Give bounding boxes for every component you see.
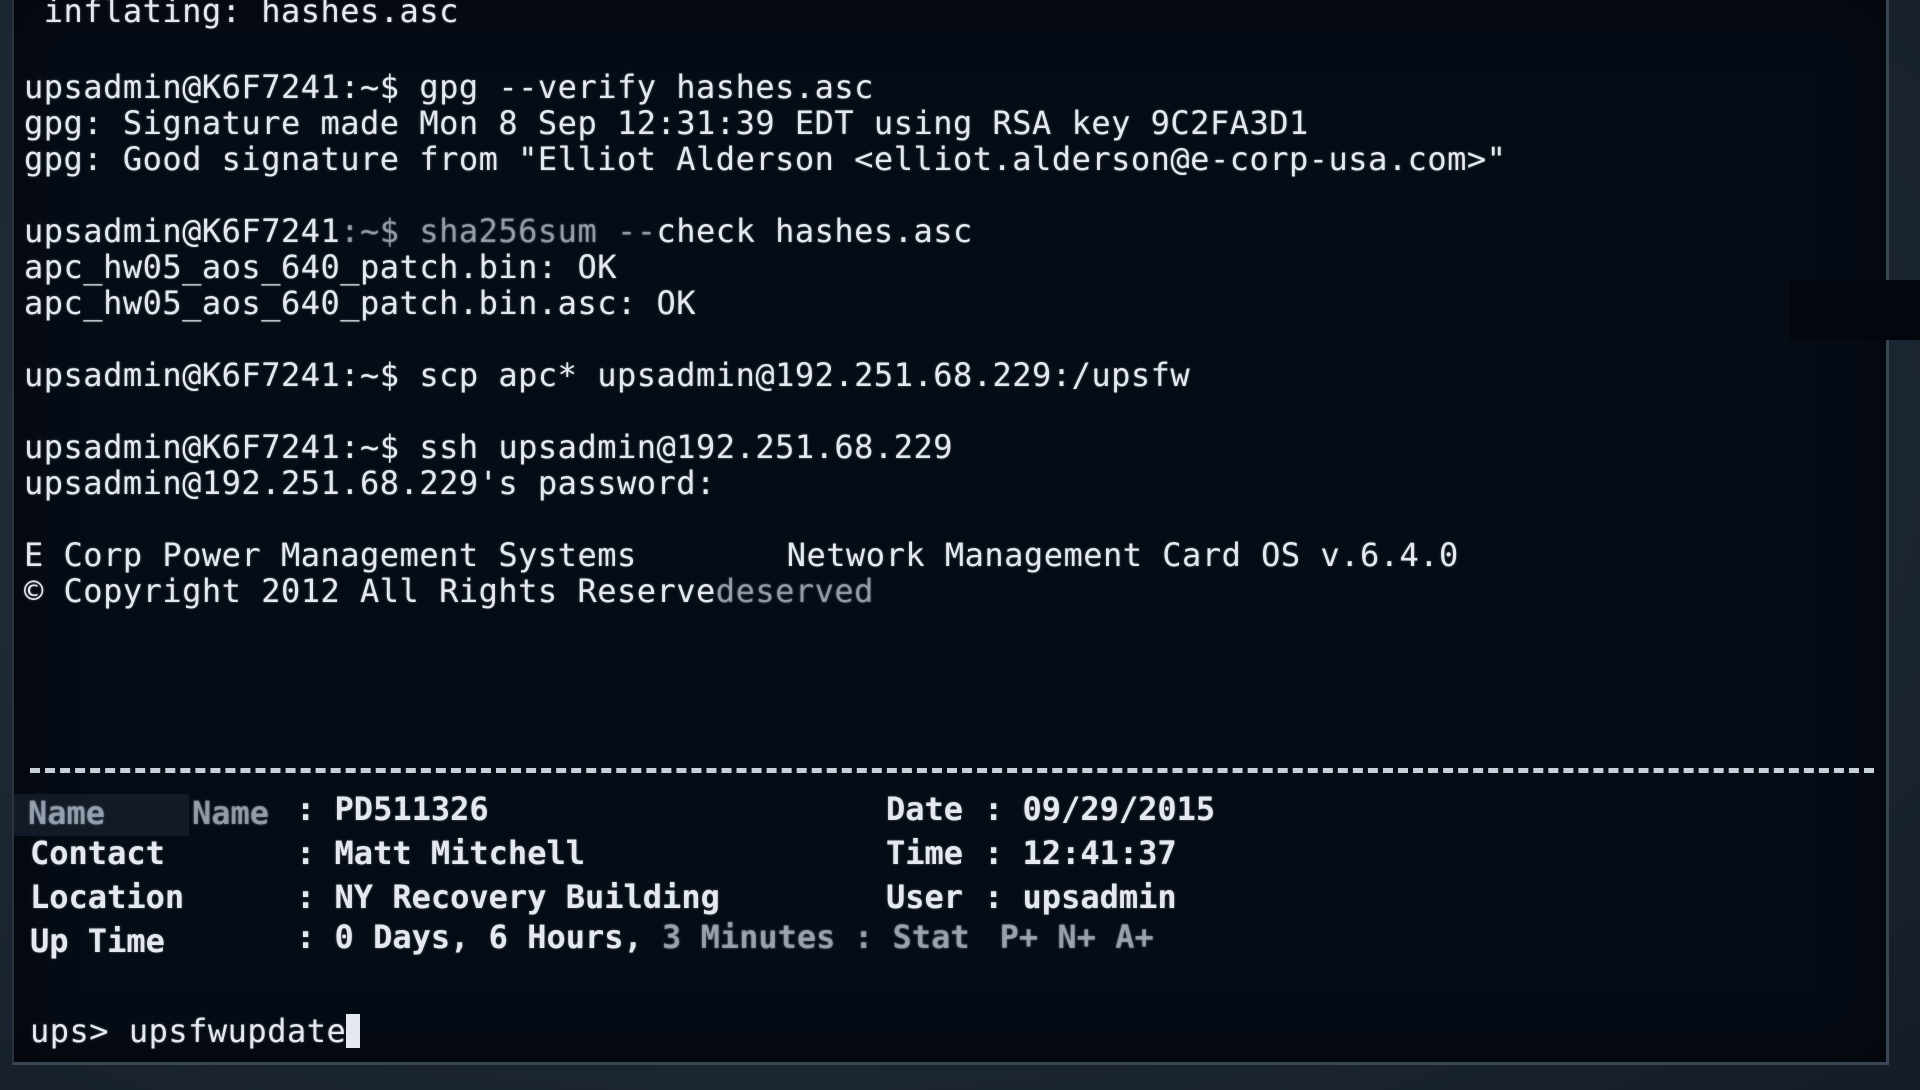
monitor: inflating: hashes.asc upsadmin@K6F7241:~… xyxy=(0,0,1920,1090)
terminal-line-check-asc: apc_hw05_aos_640_patch.bin.asc: OK xyxy=(24,284,697,322)
user-label: User xyxy=(886,878,964,916)
copyright-text: © Copyright 2012 All Rights Reserve xyxy=(24,572,716,610)
banner-title: E Corp Power Management Systems Network M… xyxy=(24,536,1459,574)
terminal-window[interactable]: inflating: hashes.asc upsadmin@K6F7241:~… xyxy=(12,0,1889,1065)
terminal-line-gpg-good: gpg: Good signature from "Elliot Alderso… xyxy=(24,140,1507,178)
user-value: : upsadmin xyxy=(984,878,1177,916)
terminal-cursor xyxy=(346,1014,361,1048)
uptime-label: Up Time xyxy=(30,922,165,960)
contact-value: : Matt Mitchell xyxy=(296,834,585,872)
name-label: Name xyxy=(192,794,270,832)
uptime-value: : 0 Days, 6 Hours, xyxy=(296,918,663,956)
terminal-line-gpg-command: upsadmin@K6F7241:~$ gpg --verify hashes.… xyxy=(24,68,874,106)
banner-copyright: © Copyright 2012 All Rights Reservedeser… xyxy=(24,572,874,610)
terminal-line-password-prompt: upsadmin@192.251.68.229's password: xyxy=(24,464,716,502)
banner-company: E Corp Power Management Systems xyxy=(24,536,637,574)
date-label: Date xyxy=(886,790,964,828)
terminal-line-sha256-command: upsadmin@K6F7241:~$ sha256sum --check ha… xyxy=(24,212,973,250)
ups-prompt-text: ups> upsfwupdate xyxy=(30,1012,347,1050)
date-value: : 09/29/2015 xyxy=(984,790,1216,828)
terminal-line-inflating: inflating: hashes.asc xyxy=(24,0,459,30)
uptime-ghost: 3 Minutes xyxy=(662,918,836,956)
location-label: Location xyxy=(30,878,185,916)
terminal-line-scp-command: upsadmin@K6F7241:~$ scp apc* upsadmin@19… xyxy=(24,356,1191,394)
terminal-line-check-bin: apc_hw05_aos_640_patch.bin: OK xyxy=(24,248,617,286)
stat-value: P+ N+ A+ xyxy=(999,918,1154,956)
sha-prompt: upsadmin@K6F7241 xyxy=(24,212,341,250)
location-value: : NY Recovery Building xyxy=(296,878,720,916)
copyright-ghost: deserved xyxy=(715,572,874,610)
name-ghost-label: Name xyxy=(28,794,106,832)
banner-divider xyxy=(30,768,1874,773)
stat-ghost: : Stat xyxy=(854,918,970,956)
time-value: : 12:41:37 xyxy=(984,834,1177,872)
terminal-line-gpg-signature: gpg: Signature made Mon 8 Sep 12:31:39 E… xyxy=(24,104,1309,142)
ups-prompt[interactable]: ups> upsfwupdate xyxy=(30,1012,361,1050)
stat-row: : Stat P+ N+ A+ xyxy=(854,918,1154,956)
time-label: Time xyxy=(886,834,964,872)
banner-os-version: Network Management Card OS v.6.4.0 xyxy=(786,536,1459,574)
sha-ghost-text: :~$ sha256sum -- xyxy=(340,212,657,250)
sha-suffix: check hashes.asc xyxy=(656,212,973,250)
screen-dark-patch xyxy=(1790,280,1920,340)
terminal-line-ssh-command: upsadmin@K6F7241:~$ ssh upsadmin@192.251… xyxy=(24,428,953,466)
uptime-row: : 0 Days, 6 Hours, 3 Minutes xyxy=(296,918,835,956)
contact-label: Contact xyxy=(30,834,165,872)
name-value: : PD511326 xyxy=(296,790,489,828)
